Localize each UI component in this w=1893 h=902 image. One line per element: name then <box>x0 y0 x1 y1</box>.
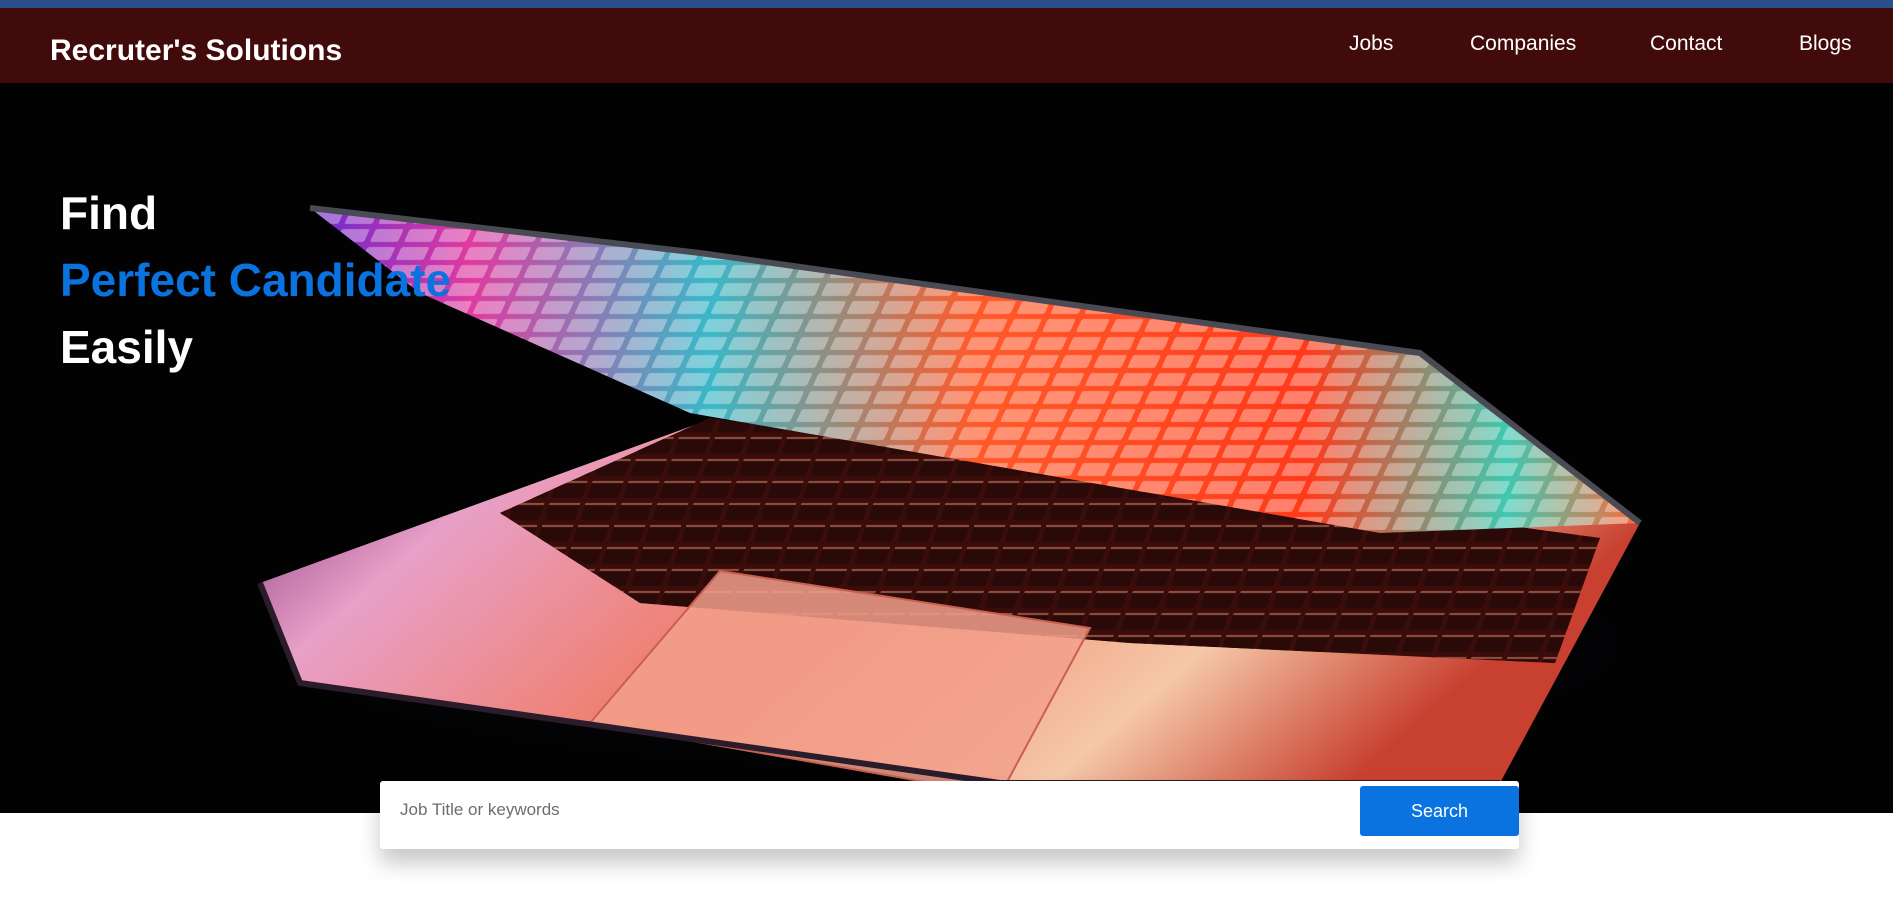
hero-headline-find: Find <box>60 187 158 239</box>
hero-section: Find Perfect Candidate Easily <box>0 83 1893 813</box>
laptop-photo <box>200 205 1700 797</box>
search-input[interactable] <box>380 781 1355 839</box>
nav-link-blogs[interactable]: Blogs <box>1799 32 1852 56</box>
nav-link-jobs[interactable]: Jobs <box>1349 32 1393 56</box>
nav-link-contact[interactable]: Contact <box>1650 32 1722 56</box>
hero-headline-perfect-candidate: Perfect Candidate <box>60 254 452 306</box>
nav-link-companies[interactable]: Companies <box>1470 32 1576 56</box>
navbar: Recruter's Solutions Jobs Companies Cont… <box>0 8 1893 83</box>
hero-headline-easily: Easily <box>60 321 193 373</box>
top-accent-strip <box>0 0 1893 8</box>
search-bar: Search <box>380 781 1519 849</box>
brand-logo-text[interactable]: Recruter's Solutions <box>50 34 342 68</box>
search-button[interactable]: Search <box>1360 786 1519 836</box>
